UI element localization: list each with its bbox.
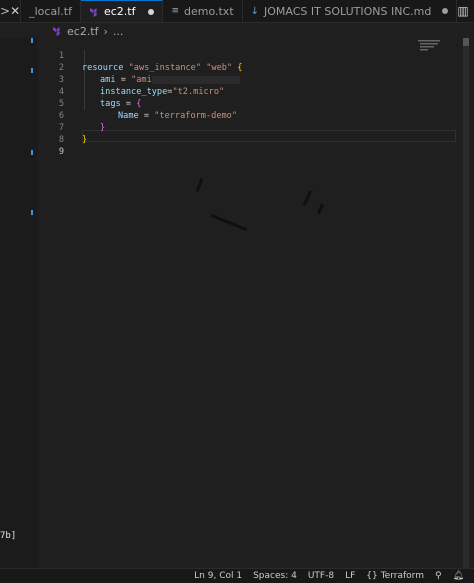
chevron-left-icon[interactable]: >	[0, 0, 10, 22]
code-line: 1 resource "aws_instance" "web" {	[38, 38, 243, 73]
code-line: 7 }	[38, 110, 87, 145]
sidebar-text-fragment: 7b]	[0, 531, 17, 541]
brace: {	[237, 63, 243, 73]
scroll-thumb[interactable]	[463, 38, 469, 46]
screen-smudge	[195, 177, 204, 193]
brace: }	[82, 135, 88, 145]
unsaved-dot-icon[interactable]	[442, 8, 449, 14]
equals: =	[138, 111, 155, 121]
copilot-icon[interactable]: ⚲	[435, 571, 442, 581]
braces-icon: {}	[366, 571, 378, 581]
screen-smudge	[302, 190, 313, 206]
indent-guide	[84, 50, 85, 110]
redaction-mark	[151, 75, 240, 84]
code-line: 3 instance_type="t2.micro"	[38, 62, 224, 97]
attr-value: "terraform-demo"	[154, 111, 238, 121]
code-line: 8	[38, 122, 64, 145]
vertical-scrollbar[interactable]	[463, 38, 469, 568]
encoding[interactable]: UTF-8	[308, 571, 334, 581]
screen-smudge	[210, 213, 248, 232]
string-type: "aws_instance"	[128, 63, 202, 73]
markdown-icon: ↓	[250, 5, 260, 17]
tab-label: demo.txt	[184, 4, 234, 18]
indentation[interactable]: Spaces: 4	[253, 571, 297, 581]
line-number: 9	[58, 147, 64, 157]
breadcrumb-path[interactable]: ...	[113, 25, 124, 38]
change-marker	[31, 38, 33, 43]
minimap-preview	[418, 40, 440, 51]
end-of-line[interactable]: LF	[345, 571, 355, 581]
breadcrumb: ec2.tf › ...	[52, 24, 123, 38]
tab-bar: > ✕ _local.tf ec2.tf ≡ demo.txt ↓ JOMACS…	[0, 0, 474, 23]
tab-jomacs-md[interactable]: ↓ JOMACS IT SOLUTIONS INC.md	[243, 0, 458, 22]
bell-icon[interactable]: 🔔︎	[453, 571, 464, 581]
terraform-icon	[53, 27, 60, 36]
tab-label: ec2.tf	[103, 5, 136, 18]
keyword-resource: resource	[82, 63, 124, 73]
attr-key: instance_type	[100, 87, 168, 97]
language-mode[interactable]: {} Terraform	[366, 571, 424, 581]
current-line-highlight	[82, 130, 456, 142]
attr-value: "ami	[131, 75, 152, 85]
unsaved-dot-icon[interactable]	[148, 8, 155, 15]
attr-key: tags	[100, 99, 121, 109]
change-marker	[31, 210, 33, 215]
string-name: "web"	[206, 63, 233, 73]
side-panel	[0, 38, 38, 568]
code-line: 5 Name = "terraform-demo"	[38, 86, 237, 121]
attr-key: ami	[100, 75, 116, 85]
code-editor[interactable]: 1 resource "aws_instance" "web" { 2 ami …	[38, 38, 464, 568]
change-marker	[31, 150, 33, 155]
text-file-icon: ≡	[171, 6, 179, 16]
breadcrumb-separator: ›	[103, 24, 108, 38]
minimap[interactable]	[416, 38, 462, 88]
code-line: 2 ami = "ami	[38, 50, 240, 85]
attr-value: "t2.micro"	[172, 87, 225, 97]
tab-ec2-tf[interactable]: ec2.tf	[80, 0, 164, 22]
brace: }	[100, 123, 106, 133]
close-icon[interactable]: ✕	[10, 0, 20, 22]
equals: =	[120, 99, 137, 109]
cursor-position[interactable]: Ln 9, Col 1	[194, 571, 242, 581]
equals: =	[115, 75, 132, 85]
editor-actions: ▥ ⋯	[457, 0, 474, 22]
code-line: 9	[38, 134, 64, 157]
change-marker	[31, 68, 33, 73]
status-bar: Ln 9, Col 1 Spaces: 4 UTF-8 LF {} Terraf…	[0, 568, 474, 583]
language-label: Terraform	[380, 571, 424, 581]
terraform-icon	[89, 7, 97, 17]
breadcrumb-file[interactable]: ec2.tf	[67, 25, 99, 38]
code-line: 4 tags = {	[38, 74, 142, 109]
tab-local-tf[interactable]: _local.tf	[20, 0, 81, 22]
tab-label: _local.tf	[29, 4, 72, 18]
screen-smudge	[317, 203, 324, 215]
attr-key: Name	[118, 111, 139, 121]
split-editor-icon[interactable]: ▥	[457, 4, 468, 18]
tab-label: JOMACS IT SOLUTIONS INC.md	[264, 4, 432, 18]
tab-demo-txt[interactable]: ≡ demo.txt	[163, 0, 243, 22]
code-line: 6 }	[38, 98, 105, 133]
brace: {	[136, 99, 142, 109]
